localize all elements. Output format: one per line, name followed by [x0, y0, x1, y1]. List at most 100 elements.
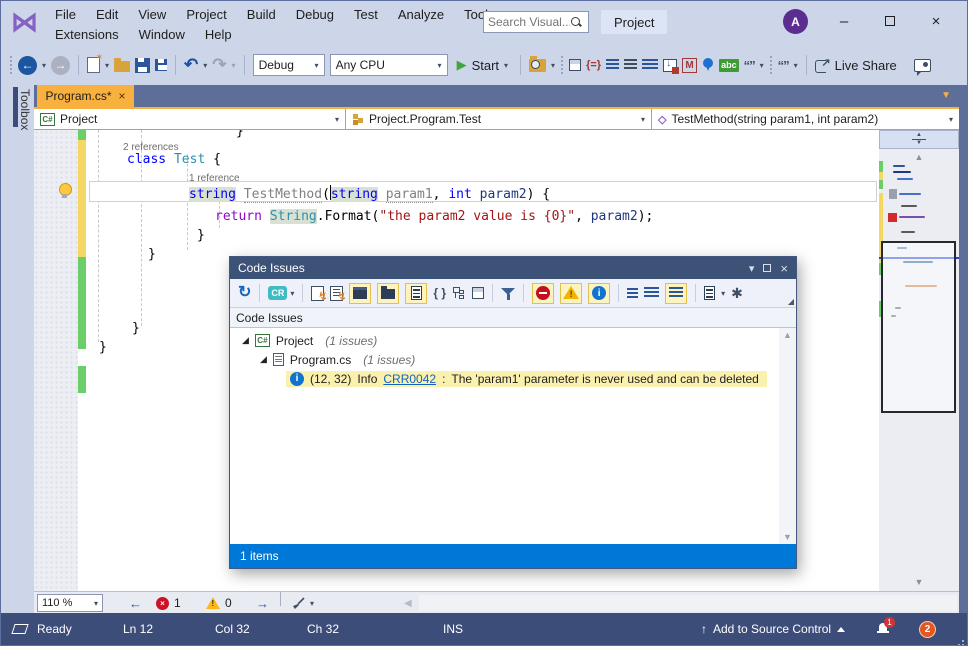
filter-icon[interactable] — [501, 287, 515, 300]
issue-tree-row[interactable]: i(12, 32)InfoCRR0042:The 'param1' parame… — [286, 369, 796, 388]
solution-platform-combo[interactable]: Any CPU▾ — [330, 54, 448, 76]
group-by-namespace-button[interactable]: { } — [433, 286, 446, 300]
code-line[interactable]: return String.Format("the param2 value i… — [215, 207, 653, 226]
expander-icon[interactable]: ◢ — [242, 335, 249, 346]
resize-grip[interactable] — [962, 640, 964, 642]
line-indent-button[interactable] — [624, 59, 637, 71]
horizontal-scrollbar[interactable] — [419, 595, 957, 611]
search-input[interactable] — [488, 15, 570, 29]
minimize-button[interactable]: – — [827, 9, 861, 33]
zoom-level-combo[interactable]: 110 %▾ — [37, 594, 103, 612]
issue-row-highlight[interactable]: i(12, 32)InfoCRR0042:The 'param1' parame… — [286, 371, 767, 387]
issue-tree-row[interactable]: ◢C#Project(1 issues) — [242, 331, 796, 350]
next-issue-button[interactable]: → — [256, 592, 269, 614]
menu-test[interactable]: Test — [344, 6, 388, 23]
background-tasks-icon[interactable] — [13, 613, 27, 645]
close-button[interactable]: × — [919, 9, 953, 33]
toggle-file-scope-button[interactable] — [405, 283, 427, 304]
code-line[interactable]: } — [236, 130, 244, 141]
start-debugging-button[interactable]: ▶Start▾ — [453, 57, 512, 73]
menu-extensions[interactable]: Extensions — [45, 26, 129, 43]
uncomment-dropdown[interactable]: ▾ — [794, 61, 798, 70]
analyze-active-document-button[interactable] — [311, 286, 324, 301]
live-share-button[interactable]: Live Share — [835, 58, 897, 73]
type-dropdown[interactable]: Project.Program.Test ▾ — [346, 109, 652, 129]
member-dropdown[interactable]: ◇ TestMethod(string param1, int param2) … — [652, 109, 959, 129]
column-indicator[interactable]: Col 32 — [215, 613, 250, 645]
navigate-backward-dropdown[interactable]: ▾ — [42, 61, 46, 70]
code-line[interactable]: } — [197, 226, 205, 245]
undo-dropdown[interactable]: ▾ — [203, 61, 207, 70]
import-button[interactable] — [663, 59, 677, 72]
issue-tree-row[interactable]: ◢Program.cs(1 issues) — [260, 350, 796, 369]
bookmark-pin-button[interactable] — [702, 57, 714, 73]
menu-window[interactable]: Window — [129, 26, 195, 43]
codelens-link[interactable]: 1 reference — [189, 173, 240, 184]
panel-maximize-button[interactable] — [763, 264, 771, 272]
project-dropdown[interactable]: C# Project ▾ — [34, 109, 346, 129]
code-line[interactable]: string TestMethod(string param1, int par… — [189, 185, 550, 204]
panel-scrollbar[interactable]: ▲ ▼ — [779, 328, 796, 544]
previous-issue-button[interactable]: ← — [129, 592, 142, 614]
refresh-icon[interactable]: ↻ — [238, 286, 251, 300]
toolbar-drag-handle[interactable] — [769, 55, 773, 75]
new-item-dropdown[interactable]: ▾ — [105, 61, 109, 70]
toggle-info-button[interactable]: i — [588, 283, 610, 304]
minimap-viewport[interactable] — [881, 241, 956, 413]
toolbar-drag-handle[interactable] — [9, 55, 13, 75]
open-file-button[interactable] — [114, 61, 130, 72]
code-issues-column-header[interactable]: Code Issues — [230, 308, 796, 328]
scroll-down-icon[interactable]: ▼ — [879, 577, 959, 587]
redo-dropdown[interactable]: ▾ — [232, 61, 236, 70]
scroll-up-icon[interactable]: ▲ — [879, 152, 959, 162]
toggle-solution-scope-button[interactable] — [349, 283, 371, 304]
search-box[interactable] — [483, 11, 589, 33]
macro-button[interactable]: M — [682, 58, 697, 73]
code-line[interactable]: } — [148, 245, 156, 264]
line-indicator[interactable]: Ln 12 — [123, 613, 153, 645]
tab-program-cs[interactable]: Program.cs* × — [37, 85, 134, 107]
coderush-menu-button[interactable]: CR▾ — [268, 286, 294, 300]
spell-check-button[interactable]: abc — [719, 59, 739, 72]
scroll-left-icon[interactable]: ◀ — [404, 592, 412, 614]
user-avatar[interactable]: A — [783, 9, 808, 34]
redo-button[interactable]: ↷ — [212, 58, 226, 72]
uncomment-button[interactable]: “” — [778, 58, 789, 73]
code-line[interactable]: } — [99, 338, 107, 357]
navigate-forward-button[interactable]: → — [51, 56, 70, 75]
add-to-source-control-button[interactable]: ↑ Add to Source Control — [701, 613, 845, 645]
menu-build[interactable]: Build — [237, 6, 286, 23]
error-count-indicator[interactable]: ×1 — [156, 592, 181, 614]
toggle-warnings-button[interactable] — [560, 283, 582, 304]
group-by-type-button[interactable] — [452, 286, 466, 300]
comment-button[interactable]: “” — [744, 58, 755, 73]
tab-close-icon[interactable]: × — [119, 89, 126, 103]
editor-splitter-handle[interactable]: ▲▼ — [879, 130, 959, 149]
expander-icon[interactable]: ◢ — [260, 354, 267, 365]
group-by-member-button[interactable] — [472, 287, 484, 299]
collapse-all-button[interactable] — [644, 287, 659, 299]
issue-code-link[interactable]: CRR0042 — [383, 372, 436, 386]
cleanup-dropdown[interactable]: ▾ — [310, 592, 314, 614]
code-issues-title-bar[interactable]: Code Issues ▾ × — [230, 257, 796, 279]
save-all-button[interactable] — [155, 59, 167, 71]
menu-help[interactable]: Help — [195, 26, 242, 43]
menu-view[interactable]: View — [128, 6, 176, 23]
settings-gear-icon[interactable]: ✱ — [731, 286, 743, 300]
notifications-bell-button[interactable]: 1 — [877, 613, 889, 645]
tab-overflow-dropdown[interactable]: ▼ — [941, 90, 951, 101]
toolbar-options-grip[interactable]: ◢ — [788, 297, 794, 306]
quick-replace-button[interactable]: {=} — [586, 59, 601, 71]
scroll-down-icon[interactable]: ▼ — [783, 532, 792, 542]
sidebar-tab-toolbox[interactable]: Toolbox — [18, 89, 32, 130]
export-dropdown[interactable]: ▾ — [721, 289, 725, 298]
feedback-smiley-button[interactable]: 2 — [919, 613, 936, 645]
menu-file[interactable]: File — [45, 6, 86, 23]
menu-edit[interactable]: Edit — [86, 6, 128, 23]
navigate-backward-button[interactable]: ← — [18, 56, 37, 75]
new-item-button[interactable] — [87, 57, 100, 73]
find-in-files-button[interactable] — [529, 59, 546, 72]
menu-project[interactable]: Project — [176, 6, 236, 23]
sort-button[interactable] — [627, 288, 638, 298]
code-line[interactable]: } — [132, 319, 140, 338]
